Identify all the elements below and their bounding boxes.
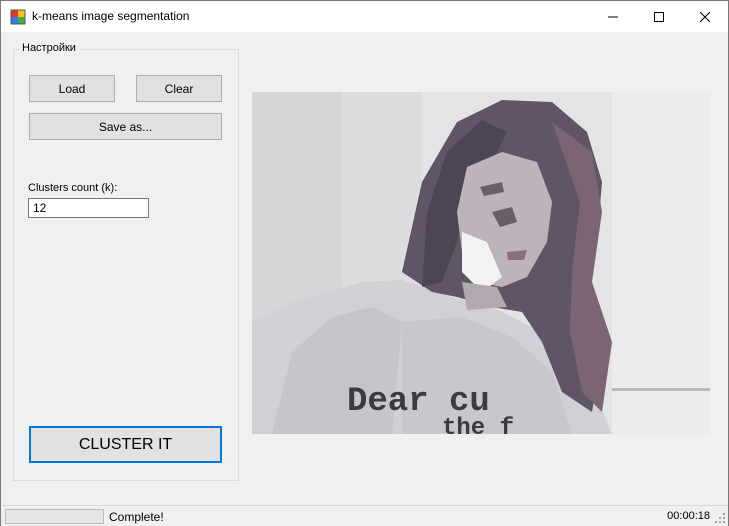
app-icon: [10, 9, 26, 25]
settings-group-label: Настройки: [19, 42, 79, 54]
minimize-icon: [608, 16, 618, 17]
title-bar[interactable]: k-means image segmentation: [1, 1, 728, 32]
status-text: Complete!: [109, 510, 164, 524]
status-bar: Complete! 00:00:18: [1, 505, 728, 526]
progress-bar: [5, 509, 104, 524]
maximize-button[interactable]: [636, 1, 682, 32]
clusters-count-label: Clusters count (k):: [28, 182, 118, 194]
maximize-icon: [654, 11, 664, 22]
clusters-count-input[interactable]: 12: [28, 198, 149, 218]
window-title: k-means image segmentation: [32, 9, 190, 23]
clear-button[interactable]: Clear: [136, 75, 222, 102]
shirt-text-line2: the f: [442, 415, 514, 434]
segmented-image: Dear cu the f: [252, 92, 710, 434]
elapsed-time: 00:00:18: [667, 510, 710, 522]
save-as-button[interactable]: Save as...: [29, 113, 222, 140]
close-icon: [700, 11, 710, 22]
app-window: k-means image segmentation Настройки Loa…: [0, 0, 729, 526]
minimize-button[interactable]: [590, 1, 636, 32]
segmented-image-graphic: Dear cu the f: [252, 92, 710, 434]
load-button[interactable]: Load: [29, 75, 115, 102]
close-button[interactable]: [682, 1, 728, 32]
resize-grip-icon[interactable]: [715, 513, 726, 524]
cluster-it-button[interactable]: CLUSTER IT: [29, 426, 222, 463]
